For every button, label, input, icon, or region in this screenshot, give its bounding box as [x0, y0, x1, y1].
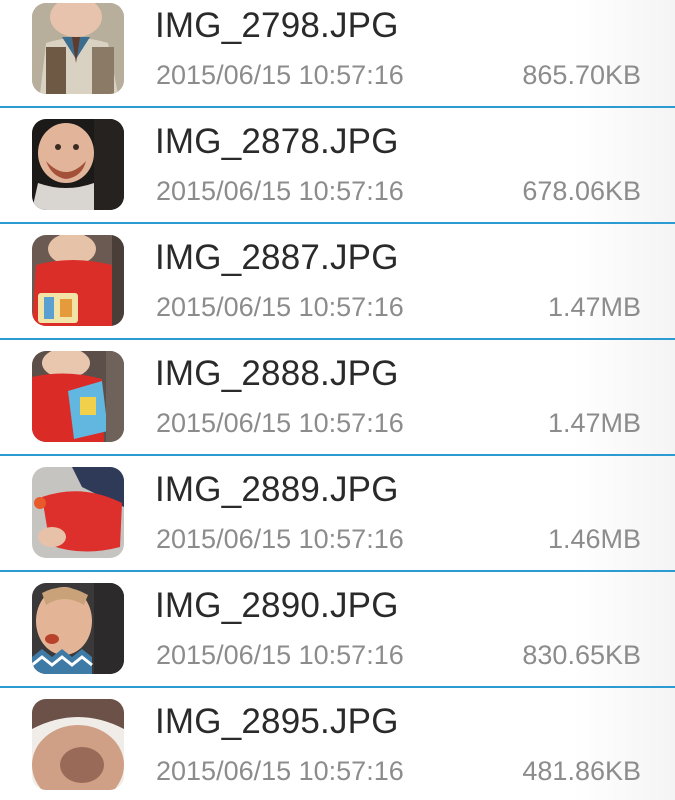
row-divider	[0, 338, 675, 340]
file-name: IMG_2895.JPG	[155, 702, 399, 741]
file-row[interactable]: IMG_2890.JPG 2015/06/15 10:57:16 830.65K…	[0, 580, 675, 696]
photo-thumbnail-icon	[32, 3, 124, 94]
file-name: IMG_2878.JPG	[155, 122, 399, 161]
file-row[interactable]: IMG_2888.JPG 2015/06/15 10:57:16 1.47MB	[0, 348, 675, 464]
file-size: 830.65KB	[522, 640, 641, 670]
file-size: 481.86KB	[522, 756, 641, 786]
row-divider	[0, 222, 675, 224]
photo-thumbnail-icon	[32, 119, 124, 210]
photo-thumbnail-icon	[32, 351, 124, 442]
file-size: 1.46MB	[547, 524, 641, 554]
file-name: IMG_2888.JPG	[155, 354, 399, 393]
file-row[interactable]: IMG_2889.JPG 2015/06/15 10:57:16 1.46MB	[0, 464, 675, 580]
file-size: 678.06KB	[522, 176, 641, 206]
photo-thumbnail-icon	[32, 467, 124, 558]
file-date: 2015/06/15 10:57:16	[156, 756, 404, 786]
file-date: 2015/06/15 10:57:16	[156, 408, 404, 438]
file-name: IMG_2889.JPG	[155, 470, 399, 509]
file-size: 1.47MB	[547, 292, 641, 322]
row-divider	[0, 454, 675, 456]
photo-thumbnail-icon	[32, 235, 124, 326]
file-row[interactable]: IMG_2895.JPG 2015/06/15 10:57:16 481.86K…	[0, 696, 675, 800]
row-divider	[0, 570, 675, 572]
photo-thumbnail-icon	[32, 699, 124, 790]
file-list: IMG_2798.JPG 2015/06/15 10:57:16 865.70K…	[0, 0, 675, 800]
file-row[interactable]: IMG_2878.JPG 2015/06/15 10:57:16 678.06K…	[0, 116, 675, 232]
file-size: 1.47MB	[547, 408, 641, 438]
file-name: IMG_2798.JPG	[155, 6, 399, 45]
row-divider	[0, 686, 675, 688]
file-date: 2015/06/15 10:57:16	[156, 640, 404, 670]
file-name: IMG_2890.JPG	[155, 586, 399, 625]
file-date: 2015/06/15 10:57:16	[156, 292, 404, 322]
file-date: 2015/06/15 10:57:16	[156, 176, 404, 206]
file-size: 865.70KB	[522, 60, 641, 90]
file-name: IMG_2887.JPG	[155, 238, 399, 277]
photo-thumbnail-icon	[32, 583, 124, 674]
file-row[interactable]: IMG_2798.JPG 2015/06/15 10:57:16 865.70K…	[0, 0, 675, 116]
row-divider	[0, 106, 675, 108]
file-date: 2015/06/15 10:57:16	[156, 60, 404, 90]
file-row[interactable]: IMG_2887.JPG 2015/06/15 10:57:16 1.47MB	[0, 232, 675, 348]
file-date: 2015/06/15 10:57:16	[156, 524, 404, 554]
